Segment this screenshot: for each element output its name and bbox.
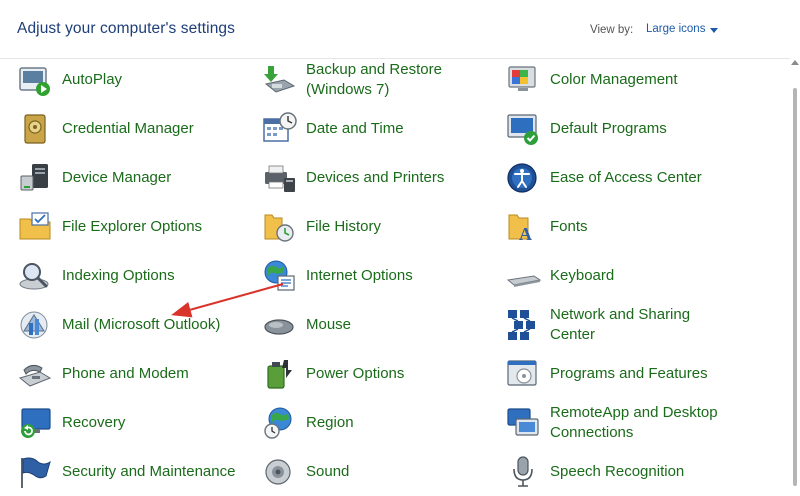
backup-restore-icon xyxy=(264,66,296,93)
recovery-icon xyxy=(21,408,51,438)
view-by-label: View by: xyxy=(590,24,634,36)
item-label: Region xyxy=(306,414,354,431)
item-label: File Explorer Options xyxy=(62,218,203,235)
mail-icon xyxy=(20,311,48,339)
item-label: AutoPlay xyxy=(62,71,123,88)
file-history-icon xyxy=(264,214,294,242)
view-by-dropdown[interactable]: Large icons xyxy=(646,23,705,35)
item-label: File History xyxy=(306,218,382,235)
item-label: Phone and Modem xyxy=(62,365,189,382)
default-programs-icon xyxy=(507,114,538,145)
item-label: Mail (Microsoft Outlook) xyxy=(62,316,221,333)
item-label: Indexing Options xyxy=(62,267,175,284)
item-label: Network and Sharing Center xyxy=(550,306,691,343)
item-label: Security and Maintenance xyxy=(62,463,236,480)
devices-printers-icon xyxy=(265,165,295,192)
item-label: Recovery xyxy=(62,414,126,431)
header: Adjust your computer's settings View by:… xyxy=(0,0,800,59)
item-label: Keyboard xyxy=(550,267,615,284)
item-label: Speech Recognition xyxy=(550,463,685,480)
page-title: Adjust your computer's settings xyxy=(17,20,235,37)
scroll-thumb[interactable] xyxy=(793,88,797,486)
item-label: RemoteApp and Desktop Connections xyxy=(550,404,718,441)
region-icon xyxy=(264,407,292,439)
power-options-icon xyxy=(267,360,292,389)
indexing-options-icon xyxy=(19,263,49,290)
item-label: Power Options xyxy=(306,365,405,382)
item-label: Mouse xyxy=(306,316,352,333)
device-manager-icon xyxy=(20,164,48,191)
item-label: Date and Time xyxy=(306,120,404,137)
item-label: Backup and Restore (Windows 7) xyxy=(306,61,442,98)
keyboard-icon xyxy=(506,275,542,287)
internet-options-icon xyxy=(264,260,295,291)
item-label: Device Manager xyxy=(62,169,172,186)
file-explorer-options-icon xyxy=(19,212,51,240)
item-label: Sound xyxy=(306,463,350,480)
autoplay-icon xyxy=(19,67,50,96)
item-label: Color Management xyxy=(550,71,678,88)
color-management-icon xyxy=(508,66,536,91)
item-label: Programs and Features xyxy=(550,365,708,382)
scroll-up-icon[interactable] xyxy=(791,60,799,65)
ease-of-access-icon xyxy=(507,163,537,193)
chevron-down-icon[interactable] xyxy=(710,28,718,33)
fonts-icon: A xyxy=(508,214,532,244)
svg-text:A: A xyxy=(519,224,532,244)
item-label: Fonts xyxy=(550,218,588,235)
date-time-icon xyxy=(263,112,297,142)
item-label: Credential Manager xyxy=(62,120,194,137)
item-label: Default Programs xyxy=(550,120,667,137)
item-label: Ease of Access Center xyxy=(550,169,702,186)
remoteapp-icon xyxy=(507,408,539,436)
security-maintenance-icon xyxy=(21,457,51,488)
network-sharing-icon xyxy=(508,310,535,340)
speech-recognition-icon xyxy=(513,456,533,487)
sound-icon xyxy=(265,459,291,485)
scrollbar[interactable] xyxy=(790,58,800,496)
item-label: Internet Options xyxy=(306,267,413,284)
phone-modem-icon xyxy=(18,364,52,387)
item-label: Devices and Printers xyxy=(306,169,445,186)
control-panel-items: AutoPlay Backup and Restore (Windows 7) … xyxy=(0,58,790,496)
mouse-icon xyxy=(264,319,294,335)
programs-features-icon xyxy=(507,360,537,386)
credential-manager-icon xyxy=(24,114,46,144)
